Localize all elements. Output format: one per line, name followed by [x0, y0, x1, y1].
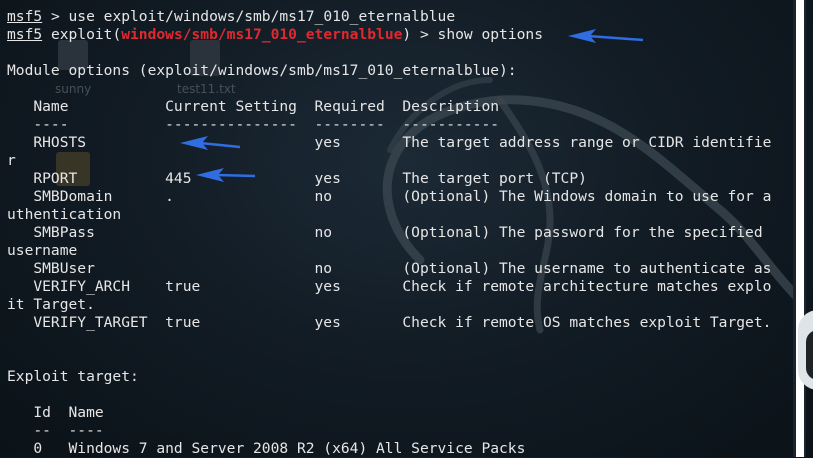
target-table-rule: -- ---- [7, 422, 104, 439]
option-row-smbdomain: SMBDomain . no (Optional) The Windows do… [7, 188, 772, 205]
prompt-msf5: msf5 [7, 8, 43, 25]
arrow-show-options-icon [568, 29, 644, 43]
prompt-msf5: msf5 [7, 26, 43, 43]
option-row-rhosts: RHOSTS yes The target address range or C… [7, 134, 772, 151]
exploit-target-heading: Exploit target: [7, 368, 139, 385]
option-row-smbpass: SMBPass no (Optional) The password for t… [7, 224, 772, 241]
scrollbar-thumb[interactable] [796, 0, 804, 457]
option-row-verify-arch: VERIFY_ARCH true yes Check if remote arc… [7, 278, 772, 295]
option-row-verify-target: VERIFY_TARGET true yes Check if remote O… [7, 314, 772, 331]
option-row-rport: RPORT 445 yes The target port (TCP) [7, 170, 587, 187]
command-show-options: ) > show options [402, 26, 543, 43]
prompt-exploit-open: exploit( [42, 26, 122, 43]
terminal-line-use: msf5 > use exploit/windows/smb/ms17_010_… [7, 8, 455, 26]
module-options-heading: Module options (exploit/windows/smb/ms17… [7, 62, 517, 79]
desktop-icon-sunny-label: sunny [55, 82, 92, 96]
module-path: windows/smb/ms17_010_eternalblue [121, 26, 403, 43]
option-row-verify-arch-wrap: it Target. [7, 296, 95, 313]
terminal-line-show-options: msf5 exploit(windows/smb/ms17_010_eterna… [7, 26, 543, 44]
option-row-smbdomain-wrap: uthentication [7, 206, 122, 223]
option-row-smbpass-wrap: username [7, 242, 78, 259]
options-table-rule: ---- --------------- -------- ----------… [7, 116, 500, 133]
command-use: > use exploit/windows/smb/ms17_010_etern… [42, 8, 456, 25]
desktop-icon-file-label: test11.txt [177, 82, 236, 96]
target-table-header: Id Name [7, 404, 104, 421]
option-row-smbuser: SMBUser no (Optional) The username to au… [7, 260, 772, 277]
mouse-cursor-shadow [806, 330, 813, 380]
option-row-rhosts-wrap: r [7, 152, 16, 169]
options-table-header: Name Current Setting Required Descriptio… [7, 98, 500, 115]
target-row-0: 0 Windows 7 and Server 2008 R2 (x64) All… [7, 440, 526, 457]
